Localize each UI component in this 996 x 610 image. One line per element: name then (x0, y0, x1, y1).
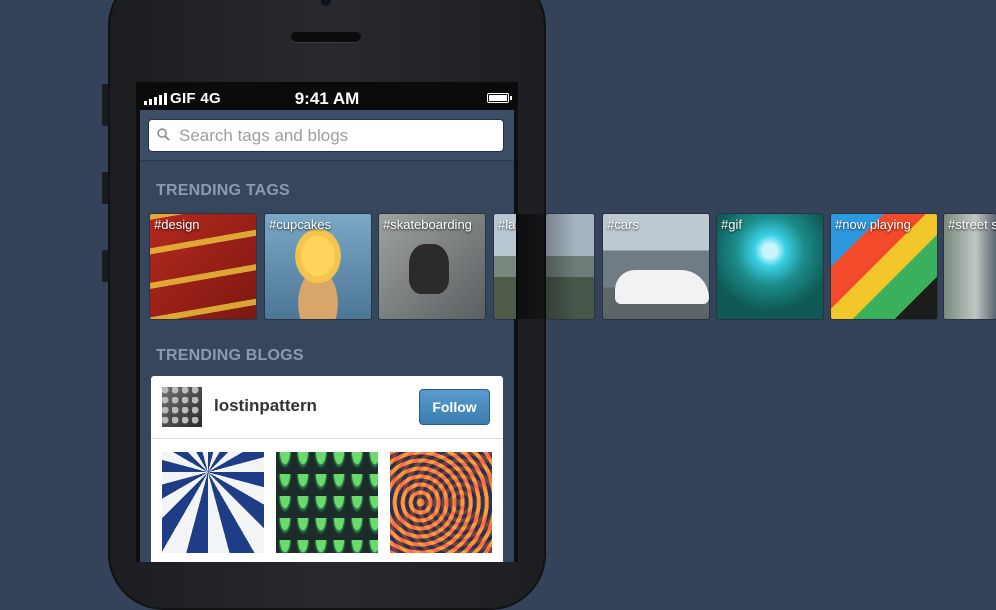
tag-label: #now playing (835, 217, 911, 232)
screen-edge-shadow (516, 214, 576, 319)
tag-tile-skateboarding[interactable]: #skateboarding (379, 214, 485, 319)
blog-card-header: lostinpattern Follow (151, 376, 503, 439)
camera (321, 0, 331, 6)
tag-tile-gif[interactable]: #gif (717, 214, 823, 319)
tag-tile-cars[interactable]: #cars (603, 214, 709, 319)
search-placeholder: Search tags and blogs (179, 126, 349, 145)
speaker-grille (291, 32, 361, 42)
volume-up-button (102, 172, 108, 204)
search-bar: Search tags and blogs (140, 110, 514, 161)
tag-tile-landscape[interactable]: #landscape (494, 214, 516, 319)
blog-photo[interactable] (162, 452, 264, 553)
tag-tile-cupcakes[interactable]: #cupcakes (265, 214, 371, 319)
explore-view: Search tags and blogs TRENDING TAGS TREN… (140, 110, 514, 562)
blog-name[interactable]: lostinpattern (214, 396, 317, 416)
tag-label: #cars (607, 217, 639, 232)
battery-icon (487, 93, 512, 103)
tag-tile-now-playing[interactable]: #now playing (831, 214, 937, 319)
follow-button[interactable]: Follow (419, 389, 490, 425)
tag-label: #gif (721, 217, 742, 232)
tag-label: #landscape (498, 217, 516, 232)
tag-tile-street-style[interactable]: #street style (944, 214, 996, 319)
tag-tile-design[interactable]: #design (150, 214, 256, 319)
blog-photo[interactable] (390, 452, 492, 553)
trending-tags-heading: TRENDING TAGS (156, 182, 290, 199)
blog-photo[interactable] (276, 452, 378, 553)
mute-switch (102, 84, 108, 126)
trending-blogs-heading: TRENDING BLOGS (156, 347, 304, 364)
tag-label: #design (154, 217, 200, 232)
phone-screen: GIF 4G 9:41 AM Search tags and blogs TRE… (136, 82, 518, 562)
status-time: 9:41 AM (294, 89, 360, 108)
search-input[interactable]: Search tags and blogs (148, 119, 504, 152)
volume-down-button (102, 250, 108, 282)
tag-label: #cupcakes (269, 217, 332, 232)
tag-label: #skateboarding (383, 217, 472, 232)
avatar[interactable] (162, 387, 202, 427)
tag-label: #street style (948, 217, 996, 232)
search-icon (157, 128, 170, 141)
blog-card: lostinpattern Follow (151, 376, 503, 562)
status-bar: GIF 4G 9:41 AM (136, 82, 518, 110)
